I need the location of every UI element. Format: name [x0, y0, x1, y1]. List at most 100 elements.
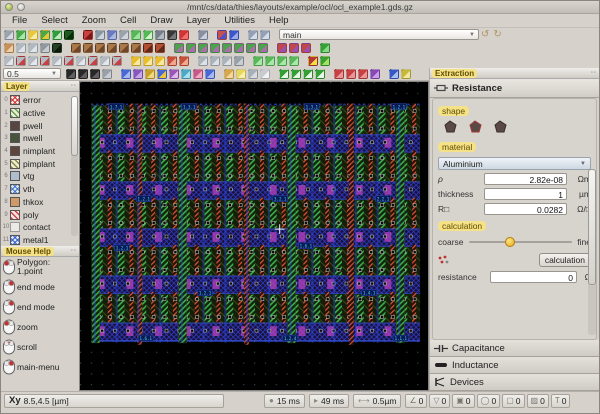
toolbar-icon[interactable]: [40, 56, 50, 66]
toolbar-icon[interactable]: [167, 56, 177, 66]
toolbar-icon[interactable]: [346, 69, 356, 79]
layer-item-metal1[interactable]: 11metal1: [2, 234, 79, 247]
precision-slider[interactable]: [469, 241, 573, 243]
toolbar-icon[interactable]: [4, 56, 14, 66]
menu-cell[interactable]: Cell: [113, 15, 143, 26]
toolbar-icon[interactable]: [88, 56, 98, 66]
toolbar-icon[interactable]: [64, 56, 74, 66]
toolbar-icon[interactable]: [277, 56, 287, 66]
toolbar-icon[interactable]: [143, 56, 153, 66]
redo-icon[interactable]: ↻: [493, 30, 501, 40]
toolbar-icon[interactable]: [234, 43, 244, 53]
toolbar-icon[interactable]: [358, 69, 368, 79]
layer-swatch-icon[interactable]: [10, 108, 20, 118]
toolbar-icon[interactable]: [95, 30, 105, 40]
toolbar-icon[interactable]: [100, 56, 110, 66]
toolbar-icon[interactable]: [64, 30, 74, 40]
layer-item-pimplant[interactable]: 5pimplant: [2, 157, 79, 170]
toolbar-icon[interactable]: [16, 43, 26, 53]
rho-input[interactable]: 2.82e-08: [484, 173, 567, 185]
toolbar-icon[interactable]: [121, 69, 131, 79]
toolbar-icon[interactable]: [112, 56, 122, 66]
toolbar-icon[interactable]: [167, 30, 177, 40]
menu-select[interactable]: Select: [34, 15, 74, 26]
toolbar-icon[interactable]: [169, 69, 179, 79]
layer-item-vtg[interactable]: 6vtg: [2, 170, 79, 183]
toolbar-icon[interactable]: [179, 30, 189, 40]
toolbar-icon[interactable]: [279, 69, 289, 79]
toolbar-icon[interactable]: [155, 30, 165, 40]
sheet-resistance-input[interactable]: 0.0282: [484, 203, 567, 215]
toolbar-icon[interactable]: [334, 69, 344, 79]
toolbar-icon[interactable]: [265, 56, 275, 66]
tab-resistance[interactable]: Resistance: [430, 79, 599, 98]
toolbar-icon[interactable]: [90, 69, 100, 79]
layer-swatch-icon[interactable]: [10, 222, 20, 232]
layer-item-error[interactable]: 0error: [2, 94, 79, 107]
layer-item-nwell[interactable]: 3nwell: [2, 132, 79, 145]
toolbar-icon[interactable]: [28, 30, 38, 40]
toolbar-icon[interactable]: [248, 69, 258, 79]
toolbar-icon[interactable]: [210, 56, 220, 66]
toolbar-icon[interactable]: [107, 30, 117, 40]
toolbar-icon[interactable]: [234, 56, 244, 66]
toolbar-icon[interactable]: [174, 43, 184, 53]
toolbar-icon[interactable]: [119, 43, 129, 53]
grid-size-combo[interactable]: 0.5 ▼: [3, 68, 61, 79]
toolbar-icon[interactable]: [133, 69, 143, 79]
menu-draw[interactable]: Draw: [143, 15, 179, 26]
layer-swatch-icon[interactable]: [10, 184, 20, 194]
toolbar-icon[interactable]: [40, 30, 50, 40]
title-bar[interactable]: /mnt/cs/data/thies/layouts/example/ocl/o…: [1, 1, 599, 14]
layer-item-nimplant[interactable]: 4nimplant: [2, 145, 79, 158]
toolbar-icon[interactable]: [303, 69, 313, 79]
toolbar-icon[interactable]: [71, 43, 81, 53]
toolbar-icon[interactable]: [246, 43, 256, 53]
toolbar-icon[interactable]: [320, 43, 330, 53]
layer-item-contact[interactable]: 10contact: [2, 221, 79, 234]
toolbar-icon[interactable]: [301, 43, 311, 53]
toolbar-icon[interactable]: [131, 30, 141, 40]
panel-detach-icon[interactable]: ▫▫: [591, 70, 597, 76]
toolbar-icon[interactable]: [229, 30, 239, 40]
layer-swatch-icon[interactable]: [10, 197, 20, 207]
toolbar-icon[interactable]: [370, 69, 380, 79]
layer-item-vth[interactable]: 7vth: [2, 183, 79, 196]
mouse-help-header[interactable]: Mouse Help ▫▫: [1, 246, 79, 257]
material-combo[interactable]: Aluminium ▼: [438, 157, 591, 170]
toolbar-icon[interactable]: [179, 56, 189, 66]
toolbar-icon[interactable]: [205, 69, 215, 79]
toolbar-icon[interactable]: [155, 43, 165, 53]
toolbar-icon[interactable]: [40, 43, 50, 53]
toolbar-icon[interactable]: [16, 56, 26, 66]
toolbar-icon[interactable]: [155, 56, 165, 66]
toolbar-icon[interactable]: [198, 56, 208, 66]
extraction-panel-header[interactable]: Extraction ▫▫: [430, 68, 599, 79]
toolbar-icon[interactable]: [291, 69, 301, 79]
toolbar-icon[interactable]: [277, 43, 287, 53]
toolbar-icon[interactable]: [28, 56, 38, 66]
toolbar-icon[interactable]: [145, 69, 155, 79]
toolbar-icon[interactable]: [16, 30, 26, 40]
menu-zoom[interactable]: Zoom: [75, 15, 113, 26]
toolbar-icon[interactable]: [198, 30, 208, 40]
undo-icon[interactable]: ↺: [481, 30, 489, 40]
layer-swatch-icon[interactable]: [10, 171, 20, 181]
toolbar-icon[interactable]: [186, 43, 196, 53]
toolbar-icon[interactable]: [4, 43, 14, 53]
toolbar-icon[interactable]: [253, 56, 263, 66]
toolbar-icon[interactable]: [289, 43, 299, 53]
tab-devices[interactable]: Devices: [430, 374, 599, 391]
toolbar-icon[interactable]: [289, 56, 299, 66]
toolbar-icon[interactable]: [52, 30, 62, 40]
panel-scrollbar[interactable]: [588, 169, 596, 335]
panel-detach-icon[interactable]: ▫▫: [71, 248, 77, 254]
toolbar-icon[interactable]: [222, 56, 232, 66]
shape-pentagon-icon[interactable]: [444, 120, 457, 133]
toolbar-icon[interactable]: [107, 43, 117, 53]
toolbar-icon[interactable]: [83, 43, 93, 53]
toolbar-icon[interactable]: [260, 69, 270, 79]
toolbar-icon[interactable]: [193, 69, 203, 79]
toolbar-icon[interactable]: [389, 69, 399, 79]
menu-file[interactable]: File: [5, 15, 34, 26]
